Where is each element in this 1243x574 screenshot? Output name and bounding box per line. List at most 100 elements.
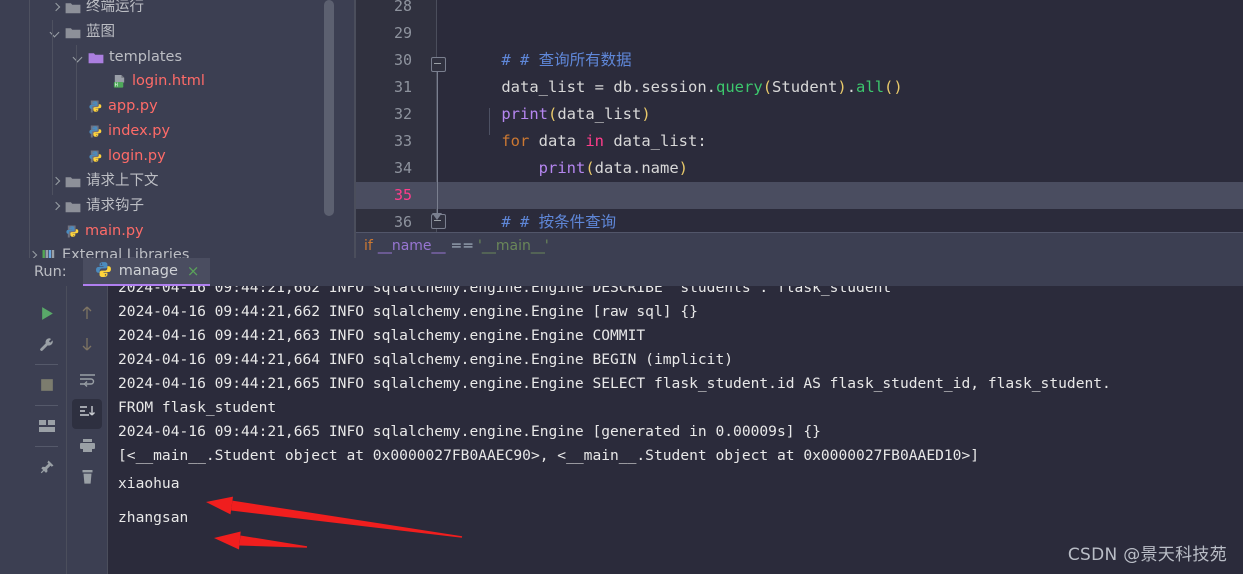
stop-icon xyxy=(40,378,54,396)
code-line-34[interactable]: 34 print(data.name) xyxy=(356,155,1243,182)
code-line-text: data_list = db.session.query(Student).al… xyxy=(464,78,903,96)
folder-icon xyxy=(65,175,81,189)
chevron-right-icon[interactable] xyxy=(49,1,63,15)
code-line-36[interactable]: 36 # # 按条件查询 xyxy=(356,209,1243,232)
tree-item-请求钩子[interactable]: 请求钩子 xyxy=(0,194,356,219)
tree-item-label: main.py xyxy=(85,223,144,240)
run-window-label: Run: xyxy=(34,264,67,280)
code-line-28[interactable]: 28 xyxy=(356,0,1243,20)
chevron-right-icon[interactable] xyxy=(49,200,63,214)
tree-item-请求上下文[interactable]: 请求上下文 xyxy=(0,169,356,194)
code-line-29[interactable]: 29 xyxy=(356,20,1243,47)
indent-guide-line xyxy=(489,108,490,135)
code-fold-region-line xyxy=(437,63,438,213)
folder-icon xyxy=(65,26,81,40)
pin-tab-button[interactable] xyxy=(32,454,62,484)
line-number: 33 xyxy=(393,132,412,150)
console-line: 2024-04-16 09:44:21,663 INFO sqlalchemy.… xyxy=(118,327,646,344)
python-file-icon xyxy=(88,149,103,164)
console-line: 2024-04-16 09:44:21,662 INFO sqlalchemy.… xyxy=(118,286,900,296)
tree-item-External Libraries[interactable]: External Libraries xyxy=(0,243,356,258)
scroll-to-end-button[interactable] xyxy=(72,399,102,429)
folder-icon xyxy=(65,200,81,214)
tree-item-main.py[interactable]: main.py xyxy=(0,219,356,244)
editor-breadcrumb[interactable]: if __name__ == '__main__' xyxy=(356,232,1243,258)
code-line-31[interactable]: 31 data_list = db.session.query(Student)… xyxy=(356,74,1243,101)
tree-guide-line-3 xyxy=(76,45,77,120)
tree-item-label: External Libraries xyxy=(62,247,190,258)
tree-scrollbar-track[interactable] xyxy=(324,0,345,258)
run-tool-window: Run: manage × 2024-04-16 09:44:21,662 IN… xyxy=(27,258,1243,574)
console-line: 2024-04-16 09:44:21,662 INFO sqlalchemy.… xyxy=(118,303,698,320)
layout-icon xyxy=(39,419,55,437)
stop-button[interactable] xyxy=(32,372,62,402)
console-output[interactable]: 2024-04-16 09:44:21,662 INFO sqlalchemy.… xyxy=(108,286,1243,574)
soft-wrap-icon xyxy=(79,373,96,391)
tree-item-app.py[interactable]: app.py xyxy=(0,94,356,119)
toolbar-separator-3 xyxy=(35,446,58,447)
tree-item-label: login.html xyxy=(132,73,205,90)
html-file-icon: H xyxy=(112,74,127,89)
code-line-text: # # 按条件查询 xyxy=(464,213,617,231)
tree-scrollbar-thumb[interactable] xyxy=(324,0,334,216)
code-editor[interactable]: 28 29 30 # # 查询所有数据 31 data_list = db.sessi… xyxy=(356,0,1243,232)
code-line-35[interactable]: 35 xyxy=(356,182,1243,209)
project-tree-panel: 终端运行 蓝图 templates Hlogin.html app.py index.py… xyxy=(0,0,356,258)
tree-item-label: 请求上下文 xyxy=(86,173,159,190)
tree-item-login.py[interactable]: login.py xyxy=(0,144,356,169)
rerun-button[interactable] xyxy=(32,300,62,330)
folder-icon xyxy=(65,1,81,15)
python-file-icon xyxy=(88,124,103,139)
tree-item-index.py[interactable]: index.py xyxy=(0,119,356,144)
console-line: [<__main__.Student object at 0x0000027FB… xyxy=(118,447,980,464)
printer-icon xyxy=(79,438,96,457)
close-icon[interactable]: × xyxy=(187,263,200,279)
play-icon xyxy=(40,306,55,325)
print-button[interactable] xyxy=(72,432,102,462)
tree-item-label: app.py xyxy=(108,98,158,115)
python-file-icon xyxy=(88,99,103,114)
line-number: 36 xyxy=(393,213,412,231)
code-line-30[interactable]: 30 # # 查询所有数据 xyxy=(356,47,1243,74)
settings-button[interactable] xyxy=(32,332,62,362)
chevron-down-icon[interactable] xyxy=(72,51,86,65)
python-icon xyxy=(95,261,112,282)
chevron-right-icon[interactable] xyxy=(26,249,40,259)
breadcrumb-operator: == xyxy=(450,237,474,254)
tree-item-templates[interactable]: templates xyxy=(0,45,356,70)
tree-item-label: login.py xyxy=(108,148,166,165)
tree-item-蓝图[interactable]: 蓝图 xyxy=(0,20,356,45)
soft-wrap-button[interactable] xyxy=(72,367,102,397)
console-line: zhangsan xyxy=(118,509,189,526)
tree-item-login.html[interactable]: Hlogin.html xyxy=(0,69,356,94)
line-number: 31 xyxy=(393,78,412,96)
layout-button[interactable] xyxy=(32,413,62,443)
console-line: 2024-04-16 09:44:21,665 INFO sqlalchemy.… xyxy=(118,423,821,440)
toolbar-separator-1 xyxy=(35,364,58,365)
ide-window: 终端运行 蓝图 templates Hlogin.html app.py index.py… xyxy=(0,0,1243,574)
clear-all-button[interactable] xyxy=(72,464,102,494)
code-line-text: # # 查询所有数据 xyxy=(464,51,632,69)
trash-icon xyxy=(80,469,95,489)
tree-item-label: index.py xyxy=(108,123,171,140)
tree-item-label: 请求钩子 xyxy=(86,198,144,215)
run-toolbar-secondary xyxy=(67,286,108,574)
console-line: xiaohua xyxy=(118,475,180,492)
run-tab-title: manage xyxy=(118,263,178,279)
watermark-text: CSDN @景天科技苑 xyxy=(1067,545,1227,565)
python-file-icon xyxy=(65,224,80,239)
library-icon xyxy=(42,249,57,258)
breadcrumb-variable: __name__ xyxy=(377,237,446,254)
run-tab-manage[interactable]: manage × xyxy=(82,258,210,286)
left-tool-strip: Bookmarks Structure xyxy=(0,258,28,574)
breadcrumb-string: '__main__' xyxy=(478,237,549,254)
breadcrumb-keyword: if xyxy=(364,237,373,254)
fold-collapse-marker-top[interactable] xyxy=(431,57,446,72)
up-stack-button[interactable] xyxy=(72,300,102,330)
down-stack-button[interactable] xyxy=(72,331,102,361)
folder-tpl-icon xyxy=(88,51,104,65)
code-line-text: for data in data_list: xyxy=(501,132,707,150)
tree-item-终端运行[interactable]: 终端运行 xyxy=(0,0,356,20)
